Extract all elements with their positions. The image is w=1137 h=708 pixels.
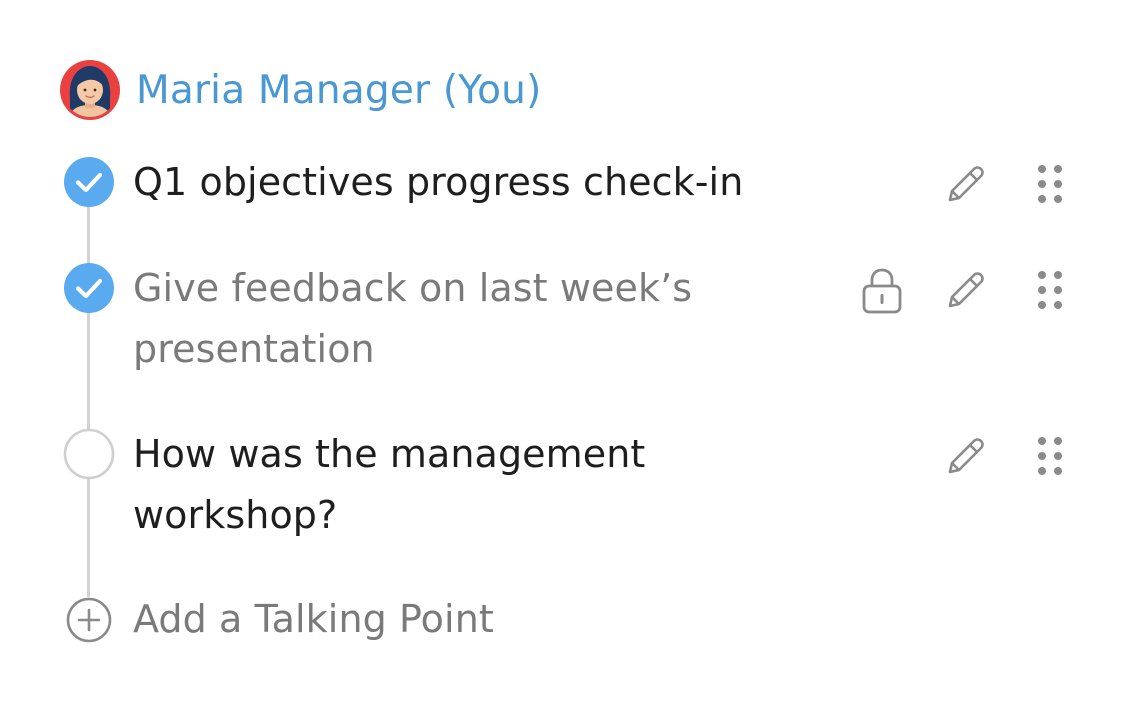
timeline-rail [87,204,90,270]
talking-point-text[interactable]: Q1 objectives progress check-in [133,152,743,213]
timeline-rail [87,310,90,436]
lock-icon [858,266,906,314]
owner-name[interactable]: Maria Manager (You) [136,68,542,113]
drag-handle-icon[interactable] [1026,266,1074,314]
timeline-rail [87,475,90,597]
drag-handle-icon[interactable] [1026,432,1074,480]
check-circle-icon[interactable] [63,262,115,314]
avatar-woman-icon [60,60,120,120]
talking-point-text[interactable]: How was the management workshop? [133,424,773,546]
avatar[interactable] [60,60,120,120]
empty-circle-icon[interactable] [63,428,115,480]
pencil-icon[interactable] [942,266,990,314]
drag-handle-icon[interactable] [1026,160,1074,208]
agenda-owner-header: Maria Manager (You) [60,60,542,120]
pencil-icon[interactable] [942,432,990,480]
plus-circle-icon[interactable] [66,597,112,643]
pencil-icon[interactable] [942,160,990,208]
add-talking-point-button[interactable]: Add a Talking Point [133,590,494,648]
talking-point-text[interactable]: Give feedback on last week’s presentatio… [133,258,773,380]
check-circle-icon[interactable] [63,156,115,208]
